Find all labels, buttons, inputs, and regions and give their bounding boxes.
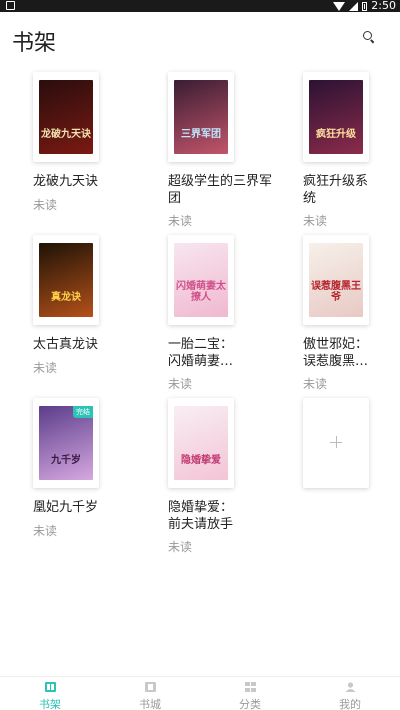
- read-status: 未读: [303, 377, 328, 391]
- status-time: 2:50: [371, 0, 396, 12]
- tab-label: 分类: [239, 698, 261, 710]
- tab-label: 我的: [339, 698, 361, 710]
- book-cover-frame: 闪婚萌妻太撩人: [168, 235, 234, 325]
- book-cover-frame: 疯狂升级: [303, 72, 369, 162]
- book-cover: 三界军团: [174, 80, 228, 154]
- book-title: 超级学生的三界军团: [168, 174, 273, 206]
- book-cover: 误惹腹黑王爷: [309, 243, 363, 317]
- book-cover: 疯狂升级: [309, 80, 363, 154]
- read-status: 未读: [33, 361, 58, 375]
- notification-icon: [6, 1, 15, 10]
- tab-label: 书架: [39, 698, 61, 710]
- book-cover-frame: 隐婚挚爱: [168, 398, 234, 488]
- tab-profile[interactable]: 我的: [300, 677, 400, 710]
- book-title: 疯狂升级系统: [303, 174, 369, 206]
- cover-title: 九千岁: [51, 455, 81, 466]
- status-bar: 2:50: [0, 0, 400, 12]
- completed-badge: 完结: [73, 406, 93, 418]
- add-book-button[interactable]: [303, 398, 369, 488]
- page-title: 书架: [12, 31, 57, 56]
- book-cover: 隐婚挚爱: [174, 406, 228, 480]
- book-title: 隐婚挚爱：前夫请放手: [168, 500, 234, 532]
- tab-bookshelf[interactable]: 书架: [0, 677, 100, 710]
- book-cover: 龙破九天诀: [39, 80, 93, 154]
- cover-title: 三界军团: [181, 129, 221, 140]
- book-title: 凰妃九千岁: [33, 500, 99, 515]
- signal-icon: [349, 1, 359, 11]
- read-status: 未读: [168, 377, 193, 391]
- search-icon[interactable]: [363, 31, 375, 44]
- book-title: 太古真龙诀: [33, 337, 99, 352]
- read-status: 未读: [303, 214, 328, 228]
- read-status: 未读: [168, 540, 193, 554]
- cover-title: 误惹腹黑王爷: [311, 281, 361, 303]
- book-cover-frame: 三界军团: [168, 72, 234, 162]
- cover-title: 真龙诀: [51, 292, 81, 303]
- book-title: 龙破九天诀: [33, 174, 99, 189]
- category-icon: [245, 682, 256, 692]
- cover-title: 闪婚萌妻太撩人: [176, 281, 226, 303]
- book-cover: 闪婚萌妻太撩人: [174, 243, 228, 317]
- book-cover-frame: 龙破九天诀: [33, 72, 99, 162]
- wifi-icon: [333, 1, 346, 11]
- bookshelf-icon: [45, 682, 56, 692]
- battery-icon: [362, 1, 368, 11]
- book-cover-frame: 真龙诀: [33, 235, 99, 325]
- bottom-tab-bar: 书架 书城 分类 我的: [0, 676, 400, 710]
- book-title: 一胎二宝：闪婚萌妻…: [168, 337, 234, 369]
- cover-title: 疯狂升级: [316, 129, 356, 140]
- book-cover-frame: 误惹腹黑王爷: [303, 235, 369, 325]
- book-title: 傲世邪妃：误惹腹黑…: [303, 337, 369, 369]
- book-cover-frame: 九千岁 完结: [33, 398, 99, 488]
- read-status: 未读: [168, 214, 193, 228]
- bookstore-icon: [145, 682, 156, 692]
- read-status: 未读: [33, 524, 58, 538]
- book-cover: 真龙诀: [39, 243, 93, 317]
- read-status: 未读: [33, 198, 58, 212]
- tab-category[interactable]: 分类: [200, 677, 300, 710]
- book-cover: 九千岁 完结: [39, 406, 93, 480]
- tab-label: 书城: [139, 698, 161, 710]
- cover-title: 龙破九天诀: [41, 129, 91, 140]
- profile-icon: [345, 682, 356, 692]
- status-icons: 2:50: [333, 0, 396, 12]
- tab-bookstore[interactable]: 书城: [100, 677, 200, 710]
- cover-title: 隐婚挚爱: [181, 455, 221, 466]
- app-header: 书架: [0, 12, 400, 62]
